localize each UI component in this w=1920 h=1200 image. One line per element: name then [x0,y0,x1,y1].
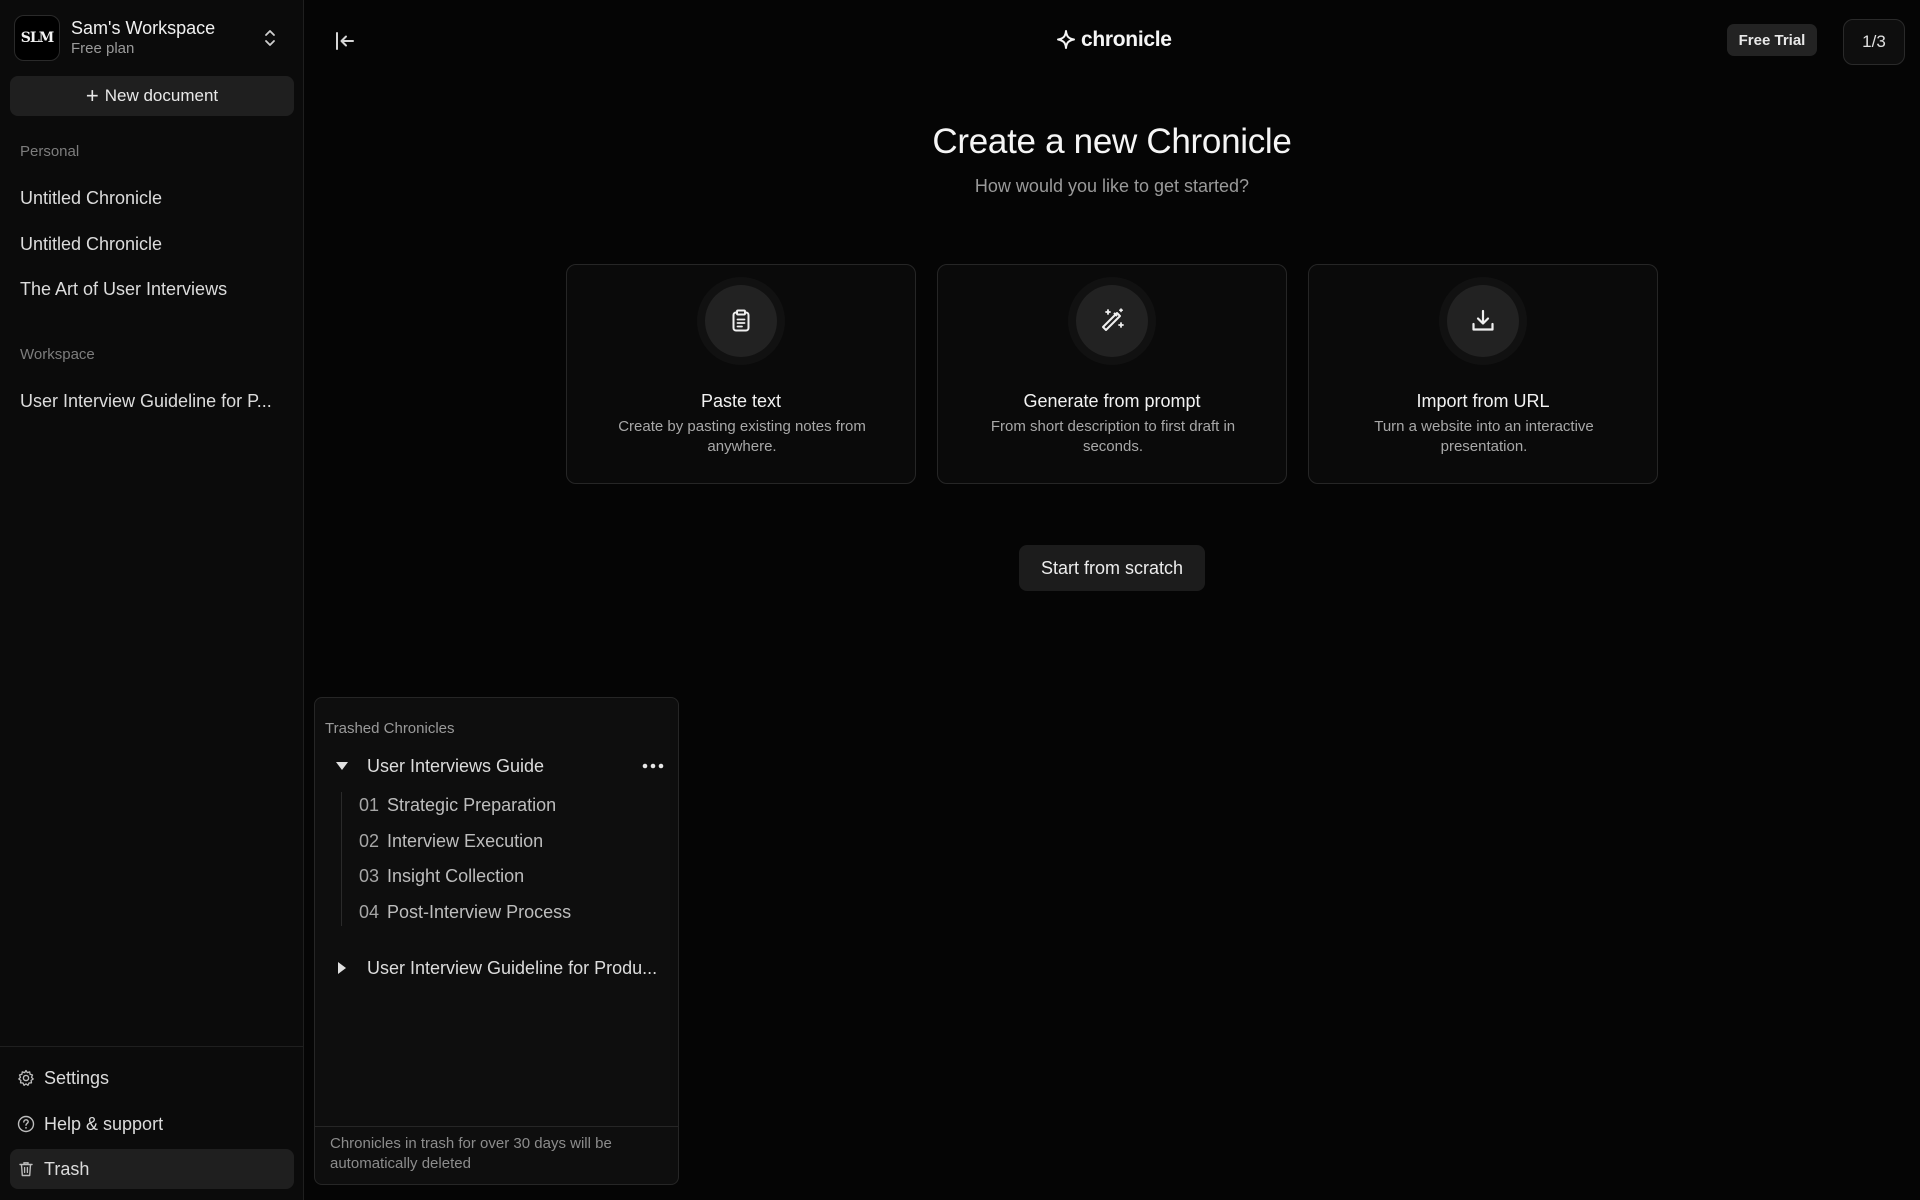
free-trial-badge[interactable]: Free Trial [1727,24,1817,56]
page-title: Create a new Chronicle [932,122,1292,161]
card-description: Turn a website into an interactive prese… [1374,418,1594,455]
trash-child-item[interactable]: 04 Post-Interview Process [359,897,571,927]
trash-item-user-interviews-guide[interactable]: User Interviews Guide [323,748,672,784]
sidebar: SLM Sam's Workspace Free plan + New docu… [0,0,304,1200]
sidebar-item-label: Untitled Chronicle [20,187,163,208]
child-label: Interview Execution [387,830,544,851]
chevron-up-down-icon [265,30,275,46]
child-label: Insight Collection [387,865,525,886]
card-title: Generate from prompt [1023,391,1201,411]
sidebar-item-art-of-user-interviews[interactable]: The Art of User Interviews [10,269,294,309]
workspace-info: Sam's Workspace Free plan [71,17,215,59]
sidebar-item-label: Untitled Chronicle [20,233,163,254]
settings-button[interactable]: Settings [10,1058,294,1098]
new-document-label: New document [104,86,219,105]
tree-guide-line [341,792,342,926]
page-subtitle: How would you like to get started? [974,176,1250,196]
child-number: 01 [359,794,380,815]
trash-footer-note: Chronicles in trash for over 30 days wil… [315,1126,678,1186]
start-from-scratch-button[interactable]: Start from scratch [1019,545,1205,591]
brand-name: chronicle [1081,28,1172,51]
caret-down-icon[interactable] [327,748,357,784]
trash-icon [19,1162,33,1177]
personal-section-label: Personal [20,143,80,160]
child-number: 02 [359,830,380,851]
download-icon [1472,309,1494,331]
trash-label: Trash [44,1158,90,1179]
settings-label: Settings [44,1067,110,1088]
help-support-button[interactable]: Help & support [10,1104,294,1144]
trash-button[interactable]: Trash [10,1149,294,1189]
clipboard-icon [732,309,750,332]
help-icon [17,1115,35,1133]
workspace-section-label: Workspace [20,346,95,363]
card-icon-circle [1447,285,1519,357]
collapse-sidebar-icon[interactable] [332,28,358,54]
workspace-switcher[interactable]: SLM Sam's Workspace Free plan [14,14,290,62]
paste-text-card[interactable]: Paste text Create by pasting existing no… [566,264,916,484]
trash-item-user-interview-guideline[interactable]: User Interview Guideline for Produ... [323,950,672,986]
sidebar-item-untitled-chronicle-1[interactable]: Untitled Chronicle [10,178,294,218]
sidebar-item-untitled-chronicle-2[interactable]: Untitled Chronicle [10,224,294,264]
generate-from-prompt-card[interactable]: Generate from prompt From short descript… [937,264,1287,484]
caret-right-icon[interactable] [327,950,357,986]
child-label: Strategic Preparation [387,794,557,815]
card-icon-circle [705,285,777,357]
child-label: Post-Interview Process [387,901,572,922]
help-support-label: Help & support [44,1113,164,1134]
sidebar-item-label: User Interview Guideline for P... [20,390,272,411]
trash-panel: Trashed Chronicles User Interviews Guide… [314,697,679,1185]
card-title: Paste text [700,391,782,411]
sidebar-item-label: The Art of User Interviews [20,278,228,299]
child-number: 03 [359,865,380,886]
trash-child-item[interactable]: 03 Insight Collection [359,861,524,891]
card-description: Create by pasting existing notes from an… [618,418,866,455]
sidebar-divider [0,1046,304,1047]
card-description: From short description to first draft in… [990,418,1236,455]
gear-icon [18,1069,34,1086]
child-number: 04 [359,901,380,922]
trash-item-label: User Interview Guideline for Produ... [367,957,658,978]
trash-child-item[interactable]: 01 Strategic Preparation [359,790,556,820]
workspace-logo: SLM [14,15,60,61]
more-options-icon[interactable] [640,756,666,776]
trash-child-item[interactable]: 02 Interview Execution [359,826,543,856]
sidebar-item-user-interview-guideline[interactable]: User Interview Guideline for P... [10,381,294,421]
trash-heading: Trashed Chronicles [325,720,455,737]
sparkle-icon [1057,30,1075,49]
card-icon-circle [1076,285,1148,357]
magic-wand-icon [1102,308,1124,331]
new-document-button[interactable]: + New document [10,76,294,116]
trash-item-label: User Interviews Guide [367,755,545,776]
chronicle-logo: chronicle [1055,26,1172,54]
workspace-plan: Free plan [71,40,135,57]
import-from-url-card[interactable]: Import from URL Turn a website into an i… [1308,264,1658,484]
workspace-name: Sam's Workspace [71,18,216,38]
page-counter-button[interactable]: 1/3 [1843,19,1905,65]
plus-icon: + [85,83,99,108]
card-title: Import from URL [1416,391,1550,411]
